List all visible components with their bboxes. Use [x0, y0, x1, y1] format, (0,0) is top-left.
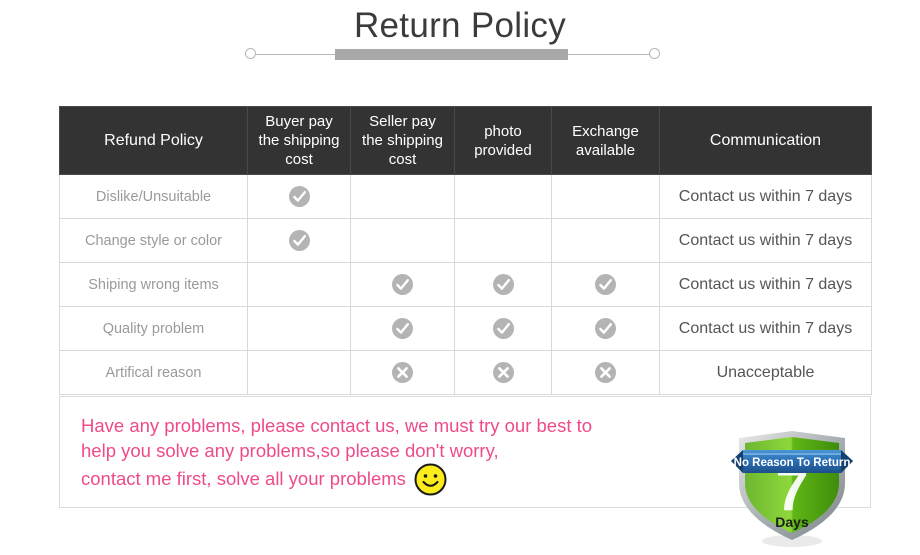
- badge-unit: Days: [775, 514, 809, 530]
- table-row: Change style or color Contact us within 7…: [59, 218, 872, 263]
- cell-seller-pay: [350, 306, 455, 351]
- cell-photo-provided: [454, 218, 552, 263]
- cross-circle-icon: [492, 362, 514, 383]
- cell-buyer-pay: [247, 174, 351, 219]
- row-label: Dislike/Unsuitable: [59, 174, 248, 219]
- page-title: Return Policy: [353, 6, 567, 45]
- check-circle-icon: [392, 274, 413, 295]
- check-circle-icon: [595, 274, 616, 295]
- column-header-communication: Communication: [659, 106, 872, 175]
- cell-seller-pay: [350, 262, 455, 307]
- cell-exchange-available: [551, 262, 660, 307]
- column-header-exchange-available: Exchange available: [551, 106, 660, 175]
- smiley-face-icon: [414, 463, 447, 496]
- circle-endpoint-icon: [649, 48, 660, 59]
- header-section: Return Policy: [0, 0, 920, 78]
- cell-buyer-pay: [247, 306, 351, 351]
- cell-photo-provided: [454, 174, 552, 219]
- row-label: Change style or color: [59, 218, 248, 263]
- cell-photo-provided: [454, 350, 552, 395]
- cross-circle-icon: [392, 362, 413, 383]
- cell-communication: Contact us within 7 days: [659, 262, 872, 307]
- check-circle-icon: [392, 318, 413, 339]
- column-header-refund-policy: Refund Policy: [59, 106, 248, 175]
- table-header-row: Refund Policy Buyer pay the shipping cos…: [59, 106, 872, 175]
- cell-communication: Contact us within 7 days: [659, 174, 872, 219]
- cell-photo-provided: [454, 306, 552, 351]
- table-row: Shiping wrong items Contact us within 7 d…: [59, 262, 872, 307]
- return-policy-table: Refund Policy Buyer pay the shipping cos…: [59, 106, 872, 395]
- table-row: Dislike/Unsuitable Contact us within 7 da…: [59, 174, 872, 219]
- cell-exchange-available: [551, 350, 660, 395]
- table-row: Artifical reason Unacceptable: [59, 350, 872, 395]
- contact-note-text: Have any problems, please contact us, we…: [81, 413, 731, 496]
- cell-photo-provided: [454, 262, 552, 307]
- check-circle-icon: [288, 230, 310, 251]
- note-line: Have any problems, please contact us, we…: [81, 415, 593, 436]
- check-circle-icon: [595, 318, 616, 339]
- title-divider: [245, 48, 661, 62]
- column-header-buyer-pay: Buyer pay the shipping cost: [247, 106, 351, 175]
- cell-communication: Unacceptable: [659, 350, 872, 395]
- cell-seller-pay: [350, 350, 455, 395]
- check-circle-icon: [492, 318, 514, 339]
- note-line: contact me first, solve all your problem…: [81, 463, 731, 496]
- cell-buyer-pay: [247, 350, 351, 395]
- cross-circle-icon: [595, 362, 616, 383]
- cell-seller-pay: [350, 174, 455, 219]
- cell-seller-pay: [350, 218, 455, 263]
- row-label: Shiping wrong items: [59, 262, 248, 307]
- row-label: Artifical reason: [59, 350, 248, 395]
- cell-communication: Contact us within 7 days: [659, 306, 872, 351]
- cell-buyer-pay: [247, 262, 351, 307]
- column-header-seller-pay: Seller pay the shipping cost: [350, 106, 455, 175]
- circle-endpoint-icon: [245, 48, 256, 59]
- table-row: Quality problem Contact us within 7 days: [59, 306, 872, 351]
- cell-exchange-available: [551, 218, 660, 263]
- divider-bar: [335, 49, 568, 60]
- column-header-photo-provided: photo provided: [454, 106, 552, 175]
- note-line: help you solve any problems,so please do…: [81, 440, 499, 461]
- cell-exchange-available: [551, 174, 660, 219]
- no-reason-return-badge: 7 Days No Reason To Return: [729, 428, 855, 550]
- check-circle-icon: [492, 274, 514, 295]
- check-circle-icon: [288, 186, 310, 207]
- cell-buyer-pay: [247, 218, 351, 263]
- badge-ribbon-text: No Reason To Return: [734, 457, 851, 469]
- cell-communication: Contact us within 7 days: [659, 218, 872, 263]
- cell-exchange-available: [551, 306, 660, 351]
- row-label: Quality problem: [59, 306, 248, 351]
